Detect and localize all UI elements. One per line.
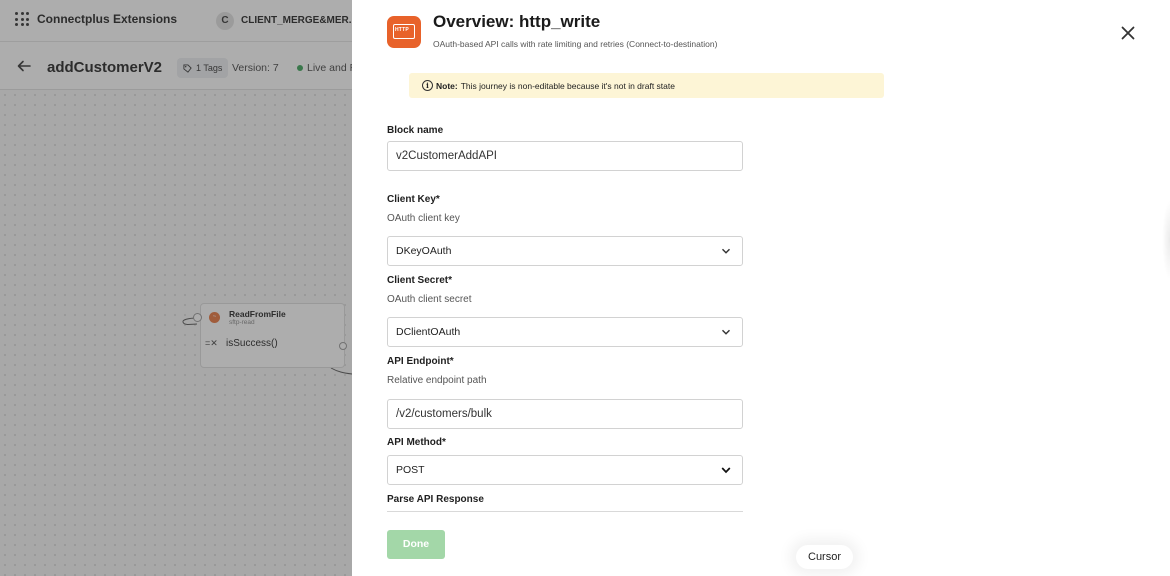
http-block-icon: HTTP (387, 16, 421, 48)
api-endpoint-hint: Relative endpoint path (387, 375, 487, 386)
section-divider (387, 511, 743, 512)
api-endpoint-input[interactable]: /v2/customers/bulk (387, 399, 743, 429)
client-secret-value: DClientOAuth (396, 326, 461, 338)
client-key-hint: OAuth client key (387, 213, 460, 224)
client-key-value: DKeyOAuth (396, 245, 452, 257)
api-method-label: API Method* (387, 437, 446, 448)
chevron-down-icon (721, 248, 731, 254)
api-endpoint-label: API Endpoint* (387, 356, 454, 367)
chevron-down-icon (721, 467, 731, 474)
client-secret-select[interactable]: DClientOAuth (387, 317, 743, 347)
done-button[interactable]: Done (387, 530, 445, 559)
modal-overlay[interactable] (0, 0, 352, 576)
note-text: This journey is non-editable because it'… (460, 80, 675, 91)
client-secret-label: Client Secret* (387, 275, 453, 286)
block-overview-drawer: HTTP Overview: http_write OAuth-based AP… (352, 0, 1170, 576)
client-secret-hint: OAuth client secret (387, 294, 472, 305)
block-name-input[interactable]: v2CustomerAddAPI (387, 141, 743, 171)
close-icon[interactable] (1118, 23, 1138, 43)
block-name-label: Block name (387, 125, 444, 136)
note-label: Note: (436, 80, 458, 91)
api-method-select[interactable]: POST (387, 455, 743, 485)
read-only-note: i Note: This journey is non-editable bec… (409, 73, 884, 98)
cursor-label: Cursor (796, 545, 854, 569)
client-key-label: Client Key* (387, 194, 440, 205)
edge-shadow (1162, 200, 1170, 280)
api-method-value: POST (396, 464, 425, 476)
drawer-title: Overview: http_write (433, 12, 601, 31)
parse-response-label: Parse API Response (387, 494, 484, 505)
client-key-select[interactable]: DKeyOAuth (387, 236, 743, 266)
info-icon: i (422, 80, 433, 91)
chevron-down-icon (721, 329, 731, 335)
http-icon-label: HTTP (395, 27, 409, 33)
drawer-subtitle: OAuth-based API calls with rate limiting… (433, 39, 718, 49)
